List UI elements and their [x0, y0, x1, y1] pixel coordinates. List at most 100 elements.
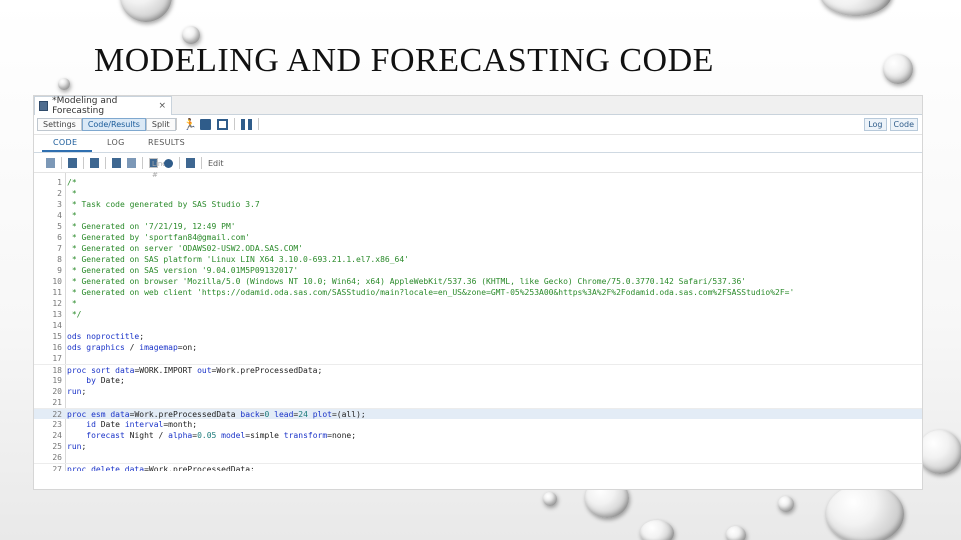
code-line[interactable]: 18 proc sort data=WORK.IMPORT out=Work.pr… [34, 364, 922, 375]
save-icon[interactable] [200, 118, 211, 130]
line-number: 24 [52, 431, 62, 440]
water-drop-decoration [820, 0, 892, 16]
code-line[interactable]: 17 [34, 353, 922, 364]
code-line[interactable]: 10 * Generated on browser 'Mozilla/5.0 (… [34, 276, 922, 287]
code-line[interactable]: 19 by Date; [34, 375, 922, 386]
code-line[interactable]: 6 * Generated by 'sportfan84@gmail.com' [34, 232, 922, 243]
code-token: id [67, 420, 101, 429]
go-to-line-icon[interactable] [164, 158, 173, 168]
code-token: =month; [163, 420, 198, 429]
code-line[interactable]: 27 proc delete data=Work.preProcessedData… [34, 463, 922, 471]
water-drop-decoration [640, 520, 674, 540]
maximize-view-icon[interactable] [241, 118, 252, 130]
code-token: * Generated on '7/21/19, 12:49 PM' [67, 222, 236, 231]
code-token: imagemap [139, 343, 178, 352]
water-drop-decoration [58, 78, 70, 90]
code-line[interactable]: 16 ods graphics / imagemap=on; [34, 342, 922, 353]
code-line[interactable]: 9 * Generated on SAS version '9.04.01M5P… [34, 265, 922, 276]
format-code-icon[interactable] [127, 158, 136, 168]
water-drop-decoration [726, 526, 746, 540]
sas-studio-window: *Modeling and Forecasting × Settings Cod… [33, 95, 923, 490]
line-number-input[interactable]: Line # [149, 158, 167, 179]
code-line[interactable]: 11 * Generated on web client 'https://od… [34, 287, 922, 298]
code-line[interactable]: 24 forecast Night / alpha=0.05 model=sim… [34, 430, 922, 441]
run-icon[interactable]: 🏃 [183, 119, 197, 130]
line-number: 25 [52, 442, 62, 451]
find-icon[interactable] [186, 158, 195, 168]
code-button[interactable]: Code [889, 118, 918, 131]
code-line[interactable]: 8 * Generated on SAS platform 'Linux LIN… [34, 254, 922, 265]
code-token: * Generated on web client 'https://odami… [67, 288, 795, 297]
code-token: * [67, 211, 77, 220]
undo-icon[interactable] [46, 158, 55, 168]
code-token: ; [81, 442, 87, 451]
code-token: =(all); [331, 410, 366, 419]
code-token: interval [124, 420, 164, 429]
code-token: =Work.preProcessedData [129, 410, 241, 419]
document-tab-title: *Modeling and Forecasting [52, 96, 118, 116]
code-text: by Date; [67, 375, 125, 386]
split-button[interactable]: Split [145, 118, 176, 131]
paste-icon[interactable] [90, 158, 99, 168]
log-button[interactable]: Log [864, 118, 887, 131]
code-line[interactable]: 13 */ [34, 309, 922, 320]
code-token: / [124, 343, 140, 352]
line-number: 21 [52, 398, 62, 407]
close-tab-icon[interactable]: × [158, 101, 166, 111]
code-text: proc delete data=Work.preProcessedData; [67, 464, 255, 471]
water-drop-decoration [918, 430, 961, 474]
code-line[interactable]: 7 * Generated on server 'ODAWS02-USW2.OD… [34, 243, 922, 254]
code-token: Date; [100, 376, 125, 385]
tab-results[interactable]: RESULTS [148, 138, 185, 147]
tab-log[interactable]: LOG [107, 138, 125, 147]
code-text: * Generated by 'sportfan84@gmail.com' [67, 232, 250, 243]
code-text: * Generated on '7/21/19, 12:49 PM' [67, 221, 236, 232]
code-line[interactable]: 2 * [34, 188, 922, 199]
line-number: 7 [57, 244, 62, 253]
code-line[interactable]: 5 * Generated on '7/21/19, 12:49 PM' [34, 221, 922, 232]
line-number: 15 [52, 332, 62, 341]
active-tab-indicator [42, 150, 92, 152]
view-tabs: CODE LOG RESULTS [34, 135, 922, 153]
code-line[interactable]: 25 run; [34, 441, 922, 452]
code-text: ods graphics / imagemap=on; [67, 342, 197, 353]
code-text: * Generated on SAS version '9.04.01M5P09… [67, 265, 298, 276]
line-number: 23 [52, 420, 62, 429]
code-token: =on; [177, 343, 198, 352]
line-number: 12 [52, 299, 62, 308]
toolbar-divider [142, 157, 143, 169]
code-token: ods graphics [67, 343, 125, 352]
toolbar-divider [83, 157, 84, 169]
code-token: run [67, 442, 82, 451]
line-number: 8 [57, 255, 62, 264]
code-line[interactable]: 21 [34, 397, 922, 408]
code-text: * Generated on browser 'Mozilla/5.0 (Win… [67, 276, 746, 287]
code-line[interactable]: 15 ods noproctitle; [34, 331, 922, 342]
code-editor[interactable]: 1/* 2 * 3 * Task code generated by SAS Stu… [34, 173, 922, 471]
code-line[interactable]: 20 run; [34, 386, 922, 397]
save-as-icon[interactable] [217, 118, 228, 130]
line-number: 10 [52, 277, 62, 286]
line-number: 20 [52, 387, 62, 396]
tab-code[interactable]: CODE [53, 138, 77, 147]
line-number: 9 [57, 266, 62, 275]
settings-button[interactable]: Settings [37, 118, 82, 131]
code-results-button[interactable]: Code/Results [81, 118, 146, 131]
code-line[interactable]: 26 [34, 452, 922, 463]
code-line[interactable]: 4 * [34, 210, 922, 221]
code-text: run; [67, 441, 86, 452]
code-line[interactable]: 23 id Date interval=month; [34, 419, 922, 430]
code-line[interactable]: 3 * Task code generated by SAS Studio 3.… [34, 199, 922, 210]
print-icon[interactable] [112, 158, 121, 168]
code-line[interactable]: 1 /* [34, 177, 922, 188]
code-line[interactable]: 12 * [34, 298, 922, 309]
edit-menu[interactable]: Edit [208, 159, 224, 168]
code-token: data [110, 410, 130, 419]
code-text: * Generated on server 'ODAWS02-USW2.ODA.… [67, 243, 303, 254]
code-text: * [67, 210, 77, 221]
code-line[interactable]: 14 [34, 320, 922, 331]
document-tab[interactable]: *Modeling and Forecasting × [34, 96, 172, 116]
toolbar-divider [234, 118, 235, 130]
code-line[interactable]: 22 proc esm data=Work.preProcessedData ba… [34, 408, 922, 419]
copy-icon[interactable] [68, 158, 77, 168]
